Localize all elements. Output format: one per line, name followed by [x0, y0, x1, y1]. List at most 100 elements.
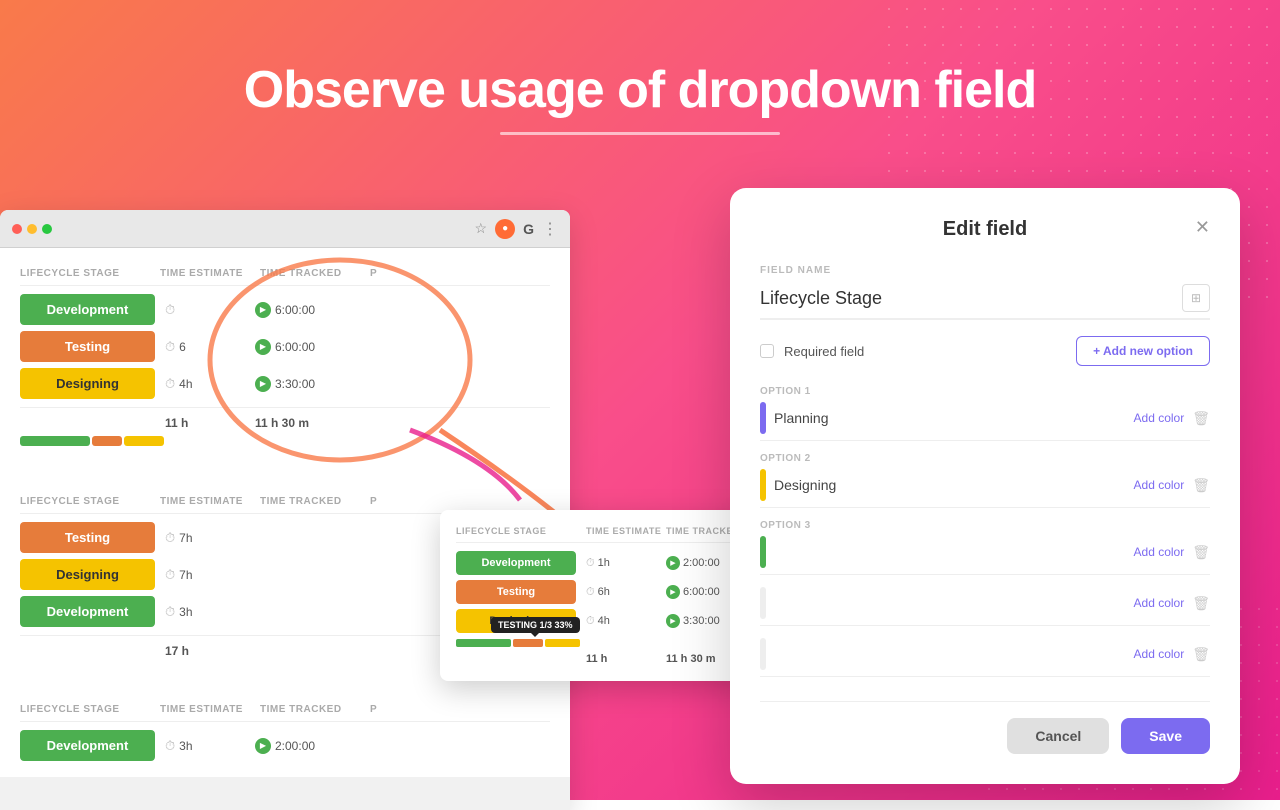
add-option-button[interactable]: + Add new option [1076, 336, 1210, 366]
s-play-2[interactable]: ▶ [666, 585, 680, 599]
table-row: Development ⏱ 3h ▶ 2:00:00 [20, 730, 550, 761]
badge-development-1[interactable]: Development [20, 294, 155, 325]
s-total-estimate: 11 h [586, 653, 666, 665]
option-input-4[interactable] [774, 595, 1126, 611]
option-label-1: OPTION 1 [760, 386, 1210, 397]
cell-tracked-3: ▶ 3:30:00 [255, 376, 365, 392]
s-pb-orange [513, 639, 543, 647]
play-icon-4[interactable]: ▶ [255, 738, 271, 754]
header-lifecycle-1: LIFECYCLE STAGE [20, 268, 160, 279]
required-label: Required field [784, 344, 864, 359]
header-tracked-2: TIME TRACKED [260, 496, 370, 507]
play-icon[interactable]: ▶ [255, 302, 271, 318]
add-color-link-1[interactable]: Add color [1134, 411, 1185, 425]
s-estimate-3: ⏱ 4h [586, 615, 666, 628]
option-input-2[interactable] [774, 477, 1126, 493]
required-checkbox[interactable] [760, 344, 774, 358]
delete-icon-2[interactable]: 🗑 [1192, 477, 1210, 494]
tracked-value-1: 6:00:00 [275, 303, 315, 317]
s-badge-testing[interactable]: Testing [456, 580, 576, 604]
heading-section: Observe usage of dropdown field [0, 60, 1280, 135]
option-row-1: OPTION 1 Add color 🗑 [760, 386, 1210, 441]
option-input-row-1: Add color 🗑 [760, 402, 1210, 441]
option-row-2: OPTION 2 Add color 🗑 [760, 453, 1210, 508]
s-badge-development[interactable]: Development [456, 551, 576, 575]
browser-dots [12, 224, 52, 234]
s-tracked-val-3: 3:30:00 [683, 615, 720, 627]
cell-tracked-1: ▶ 6:00:00 [255, 302, 365, 318]
clock-icon-6: ⏱ [165, 604, 175, 620]
delete-icon-5[interactable]: 🗑 [1192, 646, 1210, 663]
header-estimate-3: TIME ESTIMATE [160, 704, 260, 715]
header-lifecycle-2: LIFECYCLE STAGE [20, 496, 160, 507]
tooltip-badge: TESTING 1/3 33% [491, 617, 580, 633]
option-input-3[interactable] [774, 544, 1126, 560]
save-button[interactable]: Save [1121, 718, 1210, 754]
clock-icon: ⏱ [165, 302, 175, 318]
s-header-lifecycle: LIFECYCLE STAGE [456, 526, 586, 536]
s-play-3[interactable]: ▶ [666, 614, 680, 628]
table-row: Testing ⏱ 6 ▶ 6:00:00 [20, 331, 550, 362]
s-play-1[interactable]: ▶ [666, 556, 680, 570]
clock-icon-4: ⏱ [165, 530, 175, 546]
delete-icon-3[interactable]: 🗑 [1192, 544, 1210, 561]
badge-designing-2[interactable]: Designing [20, 559, 155, 590]
badge-development-2[interactable]: Development [20, 596, 155, 627]
badge-designing-1[interactable]: Designing [20, 368, 155, 399]
tracked-value-2: 6:00:00 [275, 340, 315, 354]
progress-segment-orange [92, 436, 122, 446]
option-row-4: Add color 🗑 [760, 587, 1210, 626]
cell-estimate-3: ⏱ 4h [165, 376, 255, 392]
table-header-row-1: LIFECYCLE STAGE TIME ESTIMATE TIME TRACK… [20, 268, 550, 286]
add-color-link-3[interactable]: Add color [1134, 545, 1185, 559]
s-tracked-val-2: 6:00:00 [683, 586, 720, 598]
delete-icon-1[interactable]: 🗑 [1192, 410, 1210, 427]
cell-tracked-7: ▶ 2:00:00 [255, 738, 365, 754]
field-name-input[interactable] [760, 288, 1182, 309]
color-swatch-empty-4 [760, 587, 766, 619]
tracked-value-4: 2:00:00 [275, 739, 315, 753]
modal-title: Edit field [943, 218, 1027, 241]
delete-icon-4[interactable]: 🗑 [1192, 595, 1210, 612]
badge-development-3[interactable]: Development [20, 730, 155, 761]
badge-testing-1[interactable]: Testing [20, 331, 155, 362]
header-p-1: P [370, 268, 420, 279]
table-row: Development ⏱ ▶ 6:00:00 [20, 294, 550, 325]
s-estimate-1: ⏱ 1h [586, 557, 666, 570]
required-row: Required field + Add new option [760, 336, 1210, 366]
close-icon[interactable]: ✕ [1195, 218, 1210, 236]
dot-red[interactable] [12, 224, 22, 234]
badge-testing-2[interactable]: Testing [20, 522, 155, 553]
field-icon-button[interactable]: ⊞ [1182, 284, 1210, 312]
option-input-row-5: Add color 🗑 [760, 638, 1210, 677]
header-estimate-2: TIME ESTIMATE [160, 496, 260, 507]
option-input-1[interactable] [774, 410, 1126, 426]
clock-icon-2: ⏱ [165, 339, 175, 355]
tracked-value-3: 3:30:00 [275, 377, 315, 391]
cell-tracked-2: ▶ 6:00:00 [255, 339, 365, 355]
field-name-row: ⊞ [760, 284, 1210, 320]
browser-menu-icon: ⋮ [542, 219, 558, 239]
option-input-5[interactable] [774, 646, 1126, 662]
add-color-link-4[interactable]: Add color [1134, 596, 1185, 610]
add-color-link-2[interactable]: Add color [1134, 478, 1185, 492]
color-swatch-empty-5 [760, 638, 766, 670]
s-total-tracked: 11 h 30 m [666, 653, 716, 665]
option-input-row-2: Add color 🗑 [760, 469, 1210, 508]
play-icon-3[interactable]: ▶ [255, 376, 271, 392]
header-estimate-1: TIME ESTIMATE [160, 268, 260, 279]
progress-bar-1 [20, 436, 550, 446]
table-section-3: LIFECYCLE STAGE TIME ESTIMATE TIME TRACK… [0, 684, 570, 777]
add-color-link-5[interactable]: Add color [1134, 647, 1185, 661]
cell-estimate-2: ⏱ 6 [165, 339, 255, 355]
dot-green[interactable] [42, 224, 52, 234]
option-input-row-3: Add color 🗑 [760, 536, 1210, 575]
option-label-2: OPTION 2 [760, 453, 1210, 464]
header-p-2: P [370, 496, 420, 507]
browser-avatar: ● [495, 219, 515, 239]
dot-yellow[interactable] [27, 224, 37, 234]
cell-estimate-4: ⏱ 7h [165, 530, 255, 546]
cancel-button[interactable]: Cancel [1007, 718, 1109, 754]
field-name-label: FIELD NAME [760, 265, 1210, 276]
play-icon-2[interactable]: ▶ [255, 339, 271, 355]
